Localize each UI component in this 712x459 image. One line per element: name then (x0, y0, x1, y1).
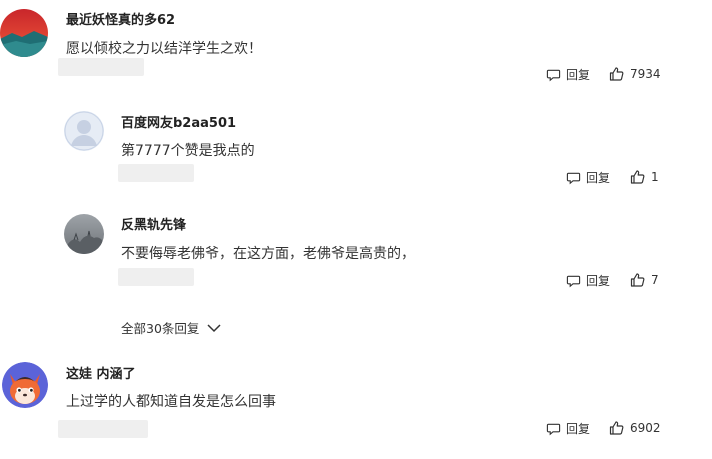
avatar[interactable] (2, 362, 48, 408)
reply-label: 回复 (566, 68, 591, 82)
like-button[interactable]: 7 (630, 272, 659, 288)
like-count: 1 (651, 170, 659, 184)
reply-button[interactable]: 回复 (546, 66, 590, 83)
comment-author[interactable]: 这娃 内涵了 (66, 363, 136, 382)
avatar[interactable] (64, 214, 104, 254)
comment-author[interactable]: 百度网友b2aa501 (121, 112, 236, 131)
thumbs-up-icon (630, 273, 645, 287)
thumbs-up-icon (609, 421, 624, 435)
reply-label: 回复 (586, 274, 611, 288)
reply-icon (566, 172, 581, 185)
view-all-replies-button[interactable]: 全部30条回复 (121, 318, 223, 337)
like-count: 7 (651, 273, 659, 287)
reply-button[interactable]: 回复 (566, 272, 610, 289)
reply-label: 回复 (566, 422, 591, 436)
comment-meta (58, 58, 144, 76)
comment-meta (118, 268, 194, 286)
comment-author[interactable]: 最近妖怪真的多62 (66, 9, 175, 28)
comment-meta (58, 420, 148, 438)
view-all-replies-label: 全部30条回复 (121, 321, 200, 336)
like-count: 6902 (630, 421, 661, 435)
avatar[interactable] (0, 9, 48, 57)
comment-meta (118, 164, 194, 182)
like-count: 7934 (630, 67, 661, 81)
reply-icon (566, 275, 581, 288)
reply-button[interactable]: 回复 (566, 169, 610, 186)
like-button[interactable]: 7934 (609, 66, 661, 82)
reply-icon (546, 69, 561, 82)
comment-text: 愿以倾校之力以结洋学生之欢！ (66, 41, 262, 57)
reply-button[interactable]: 回复 (546, 420, 590, 437)
thumbs-up-icon (630, 170, 645, 184)
comment-text: 不要侮辱老佛爷，在这方面，老佛爷是高贵的， (121, 246, 415, 262)
comment-author[interactable]: 反黑轨先锋 (121, 214, 186, 233)
chevron-down-icon (207, 323, 221, 332)
comment-text: 第7777个赞是我点的 (121, 143, 255, 159)
reply-label: 回复 (586, 171, 611, 185)
comment-text: 上过学的人都知道自发是怎么回事 (66, 394, 276, 410)
reply-icon (546, 423, 561, 436)
avatar[interactable] (64, 111, 104, 151)
like-button[interactable]: 6902 (609, 420, 661, 436)
like-button[interactable]: 1 (630, 169, 659, 185)
thumbs-up-icon (609, 67, 624, 81)
